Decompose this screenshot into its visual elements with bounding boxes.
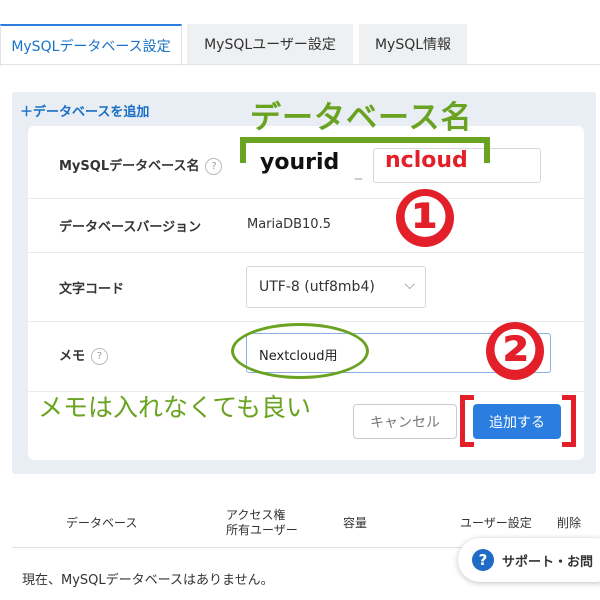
- support-label: サポート・お問: [502, 554, 594, 570]
- column-header-owner: 所有ユーザー: [226, 523, 298, 537]
- column-header-delete: 削除: [557, 516, 582, 530]
- annotation-memo-note: メモは入れなくても良い: [38, 393, 312, 422]
- annotation-red-bracket-left: [460, 395, 474, 447]
- form-divider: [28, 252, 584, 253]
- annotation-suffix: ncloud: [385, 148, 468, 173]
- annotation-red-bracket-right: [562, 395, 576, 447]
- annotation-prefix: yourid: [260, 150, 340, 175]
- charset-selected-value: UTF-8 (utf8mb4): [259, 279, 375, 295]
- charset-label: 文字コード: [59, 282, 125, 297]
- annotation-separator: _: [355, 164, 362, 180]
- add-button[interactable]: 追加する: [473, 404, 561, 439]
- cancel-button[interactable]: キャンセル: [353, 404, 457, 439]
- column-header-size: 容量: [343, 516, 368, 530]
- column-header-user-settings: ユーザー設定: [460, 516, 532, 530]
- add-database-link[interactable]: ＋データベースを追加: [20, 101, 149, 120]
- step-2-badge: ❷: [486, 322, 544, 380]
- annotation-memo-circle: [231, 323, 369, 379]
- tab-divider: [0, 64, 600, 65]
- step-1-badge: ❶: [396, 189, 454, 247]
- memo-label-text: メモ: [59, 349, 86, 364]
- db-version-value: MariaDB10.5: [247, 217, 331, 232]
- help-icon[interactable]: ?: [205, 158, 223, 175]
- memo-label: メモ?: [59, 345, 109, 365]
- form-divider: [28, 198, 584, 199]
- empty-table-message: 現在、MySQLデータベースはありません。: [22, 573, 274, 588]
- annotation-db-name-title: データベース名: [250, 100, 473, 136]
- question-icon: ?: [472, 549, 494, 571]
- tab-bar: MySQLデータベース設定 MySQLユーザー設定 MySQL情報: [0, 0, 600, 66]
- step-2-number: ❷: [491, 318, 539, 383]
- tab-mysql-user-settings[interactable]: MySQLユーザー設定: [187, 24, 353, 64]
- tab-mysql-database-settings[interactable]: MySQLデータベース設定: [0, 24, 182, 66]
- db-version-label: データベースバージョン: [59, 220, 202, 235]
- charset-select[interactable]: UTF-8 (utf8mb4) ⌵: [246, 266, 426, 308]
- column-header-database: データベース: [66, 516, 138, 530]
- db-name-label-text: MySQLデータベース名: [59, 159, 200, 174]
- tab-mysql-info[interactable]: MySQL情報: [359, 24, 467, 64]
- step-1-number: ❶: [401, 185, 449, 250]
- help-icon[interactable]: ?: [91, 348, 109, 365]
- db-name-label: MySQLデータベース名?: [59, 155, 223, 175]
- chevron-down-icon: ⌵: [404, 277, 415, 293]
- support-button[interactable]: ? サポート・お問: [458, 538, 600, 582]
